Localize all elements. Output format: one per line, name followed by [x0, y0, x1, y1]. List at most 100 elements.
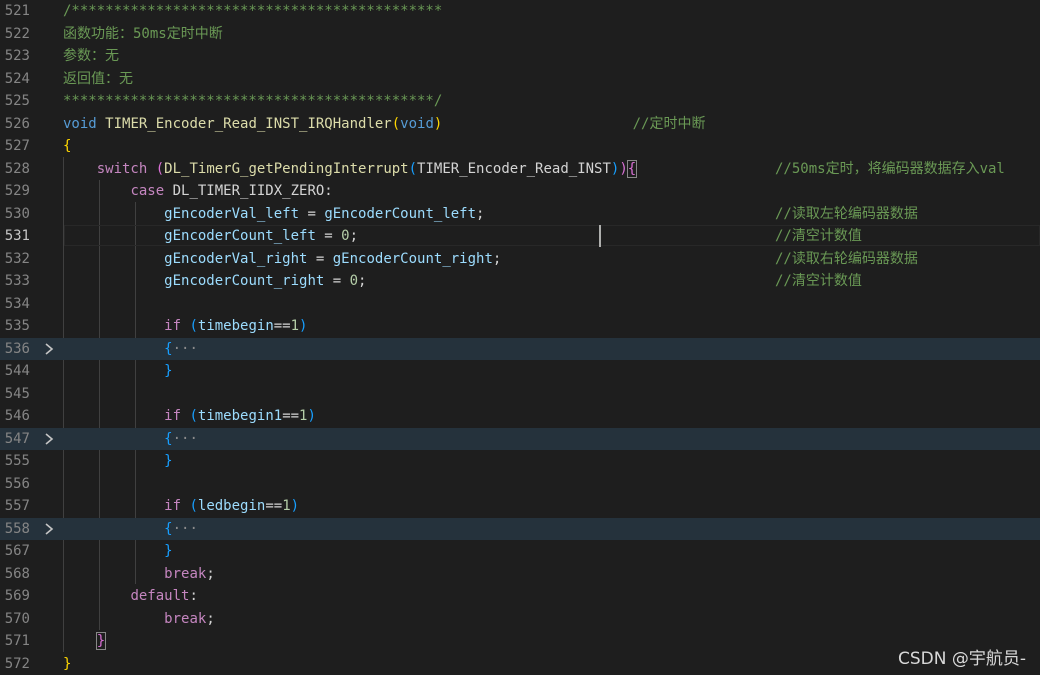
- line-number: 546: [4, 408, 30, 424]
- code-line[interactable]: 547 {···: [0, 427, 1040, 450]
- code-text: /***************************************…: [63, 0, 442, 23]
- line-number: 568: [4, 565, 30, 582]
- code-text: 函数功能：50ms定时中断: [63, 23, 223, 46]
- code-line[interactable]: 529 case DL_TIMER_IIDX_ZERO:: [0, 180, 1040, 203]
- line-number: 521: [4, 3, 30, 19]
- code-token: {: [164, 340, 173, 357]
- line-number: 535: [4, 318, 30, 334]
- line-number: 556: [4, 475, 30, 492]
- code-line[interactable]: 567 }: [0, 540, 1040, 563]
- code-token: break: [164, 565, 207, 582]
- code-line[interactable]: 534: [0, 293, 1040, 316]
- inline-comment: //读取右轮编码器数据: [775, 250, 918, 267]
- code-token: 函数功能：50ms定时中断: [63, 25, 223, 42]
- code-line[interactable]: 572}: [0, 653, 1040, 675]
- line-number: 571: [4, 633, 30, 649]
- code-token: {: [626, 159, 638, 178]
- code-line[interactable]: 523 参数：无: [0, 45, 1040, 68]
- line-number: 570: [4, 610, 30, 627]
- line-number: 522: [4, 25, 30, 42]
- code-line[interactable]: 569 default:: [0, 585, 1040, 608]
- code-token: =: [324, 273, 350, 289]
- code-token: timebegin: [197, 318, 274, 334]
- code-line[interactable]: 555 }: [0, 450, 1040, 473]
- code-line[interactable]: 525 *************************************…: [0, 90, 1040, 113]
- code-text: {···: [63, 338, 198, 361]
- line-number: 534: [4, 295, 30, 312]
- code-token: =: [315, 228, 342, 244]
- code-line[interactable]: 546 if (timebegin1==1): [0, 405, 1040, 428]
- code-token: gEncoderVal_right: [164, 250, 308, 267]
- code-token: {: [63, 138, 72, 154]
- code-line[interactable]: 556: [0, 473, 1040, 496]
- code-token: DL_TimerG_getPendingInterrupt: [164, 160, 409, 177]
- chevron-right-icon[interactable]: [42, 338, 56, 360]
- code-token: {: [164, 430, 173, 447]
- code-line[interactable]: 528 switch (DL_TimerG_getPendingInterrup…: [0, 158, 1040, 181]
- code-editor[interactable]: 521 /************************************…: [0, 0, 1040, 675]
- code-line[interactable]: 521 /************************************…: [0, 0, 1040, 23]
- text-cursor: [599, 225, 601, 247]
- code-line[interactable]: 558 {···: [0, 517, 1040, 541]
- code-token: 返回值：无: [63, 70, 133, 87]
- code-line[interactable]: 530 gEncoderVal_left = gEncoderCount_lef…: [0, 203, 1040, 226]
- code-token: 1: [290, 318, 300, 334]
- code-token: ): [619, 160, 628, 177]
- code-line[interactable]: 524 返回值：无: [0, 68, 1040, 91]
- code-token: }: [164, 543, 173, 559]
- code-token: ;: [349, 228, 359, 244]
- code-line[interactable]: 526 void TIMER_Encoder_Read_INST_IRQHandl…: [0, 113, 1040, 136]
- code-text: if (timebegin1==1): [63, 405, 316, 428]
- inline-comment: //清空计数值: [775, 228, 862, 244]
- code-text: if (timebegin==1): [63, 315, 307, 338]
- code-text: {···: [63, 518, 198, 541]
- code-line[interactable]: 544 }: [0, 360, 1040, 383]
- code-token: :: [189, 588, 198, 604]
- code-token: }: [164, 453, 173, 469]
- code-token: void: [400, 115, 434, 132]
- code-line[interactable]: 527 {: [0, 135, 1040, 158]
- code-text: }: [63, 540, 173, 563]
- code-line[interactable]: 557 if (ledbegin==1): [0, 495, 1040, 518]
- code-text: switch (DL_TimerG_getPendingInterrupt(TI…: [63, 158, 638, 181]
- code-line[interactable]: 570 break;: [0, 608, 1040, 631]
- line-number: 558: [4, 520, 30, 537]
- code-line[interactable]: 522 函数功能：50ms定时中断: [0, 23, 1040, 46]
- code-line[interactable]: 532 gEncoderVal_right = gEncoderCount_ri…: [0, 248, 1040, 271]
- code-token: 0: [349, 273, 359, 289]
- code-token: case: [130, 183, 165, 199]
- code-line[interactable]: 536 {···: [0, 337, 1040, 361]
- line-number: 530: [4, 205, 30, 222]
- chevron-right-icon[interactable]: [42, 518, 56, 540]
- code-line[interactable]: 535 if (timebegin==1): [0, 315, 1040, 338]
- code-line[interactable]: 545: [0, 383, 1040, 406]
- inline-comment: //读取左轮编码器数据: [775, 205, 918, 222]
- code-text: {: [63, 135, 71, 158]
- code-token: ···: [172, 520, 198, 537]
- watermark: CSDN @宇航员-: [898, 649, 1027, 669]
- line-number: 545: [4, 385, 30, 402]
- code-line[interactable]: 533 gEncoderCount_right = 0; //清空计数值: [0, 270, 1040, 293]
- code-token: /***************************************…: [63, 3, 443, 19]
- code-text: }: [63, 360, 172, 383]
- code-text: }: [63, 630, 107, 653]
- code-line[interactable]: 531 gEncoderCount_left = 0; //清空计数值: [0, 225, 1040, 248]
- line-number: 547: [4, 430, 30, 447]
- code-token: (: [189, 498, 198, 514]
- chevron-right-icon[interactable]: [42, 428, 56, 450]
- code-line[interactable]: 571 }: [0, 630, 1040, 653]
- code-token: TIMER_Encoder_Read_INST: [417, 160, 611, 177]
- code-line[interactable]: 568 break;: [0, 563, 1040, 586]
- line-number: 524: [4, 70, 30, 87]
